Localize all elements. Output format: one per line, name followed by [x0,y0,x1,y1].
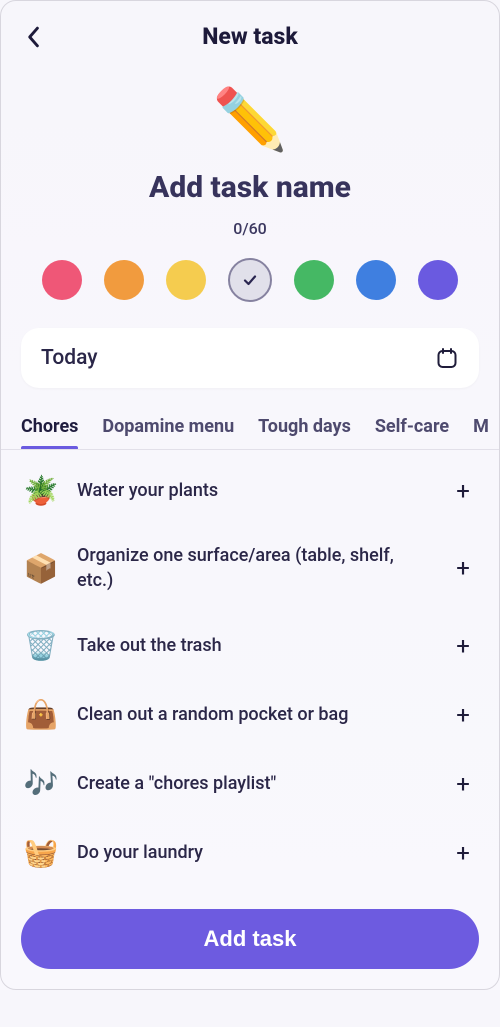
item-icon: 🎶 [23,767,59,800]
item-label: Water your plants [77,478,431,503]
color-option-selected[interactable] [228,258,272,302]
list-item: 🎶 Create a "chores playlist" + [23,749,477,818]
item-icon: 🪴 [23,474,59,507]
header: New task [1,1,499,60]
tab-more[interactable]: M [473,416,489,449]
item-icon: 👜 [23,698,59,731]
add-item-button[interactable]: + [449,701,477,729]
item-label: Take out the trash [77,633,431,658]
color-option-green[interactable] [294,260,334,300]
item-label: Clean out a random pocket or bag [77,702,431,727]
check-icon [242,272,258,288]
back-button[interactable] [19,23,47,51]
add-item-button[interactable]: + [449,477,477,505]
color-option-purple[interactable] [418,260,458,300]
item-label: Organize one surface/area (table, shelf,… [77,543,431,593]
calendar-icon [435,346,459,370]
list-item: 🗑️ Take out the trash + [23,611,477,680]
add-task-button[interactable]: Add task [21,909,479,969]
item-label: Do your laundry [77,840,431,865]
color-option-yellow[interactable] [166,260,206,300]
item-icon: 🧺 [23,836,59,869]
date-selector[interactable]: Today [21,328,479,388]
char-counter: 0/60 [1,219,499,238]
tab-chores[interactable]: Chores [21,416,78,449]
color-picker [1,260,499,302]
tab-dopamine-menu[interactable]: Dopamine menu [102,416,234,449]
tab-tough-days[interactable]: Tough days [258,416,351,449]
page-title: New task [202,23,298,50]
add-item-button[interactable]: + [449,554,477,582]
date-label: Today [41,346,98,370]
task-name-input[interactable]: Add task name [1,170,499,205]
item-icon: 📦 [23,552,59,585]
add-item-button[interactable]: + [449,632,477,660]
color-option-blue[interactable] [356,260,396,300]
task-icon-picker[interactable]: ✏️ [1,90,499,150]
tab-self-care[interactable]: Self-care [375,416,449,449]
list-item: 🪴 Water your plants + [23,456,477,525]
item-icon: 🗑️ [23,629,59,662]
color-option-pink[interactable] [42,260,82,300]
list-item: 📦 Organize one surface/area (table, shel… [23,525,477,611]
color-option-orange[interactable] [104,260,144,300]
add-item-button[interactable]: + [449,839,477,867]
item-label: Create a "chores playlist" [77,771,431,796]
list-item: 👜 Clean out a random pocket or bag + [23,680,477,749]
category-tabs: Chores Dopamine menu Tough days Self-car… [1,388,499,450]
chevron-left-icon [26,26,40,48]
add-item-button[interactable]: + [449,770,477,798]
list-item: 🧺 Do your laundry + [23,818,477,887]
